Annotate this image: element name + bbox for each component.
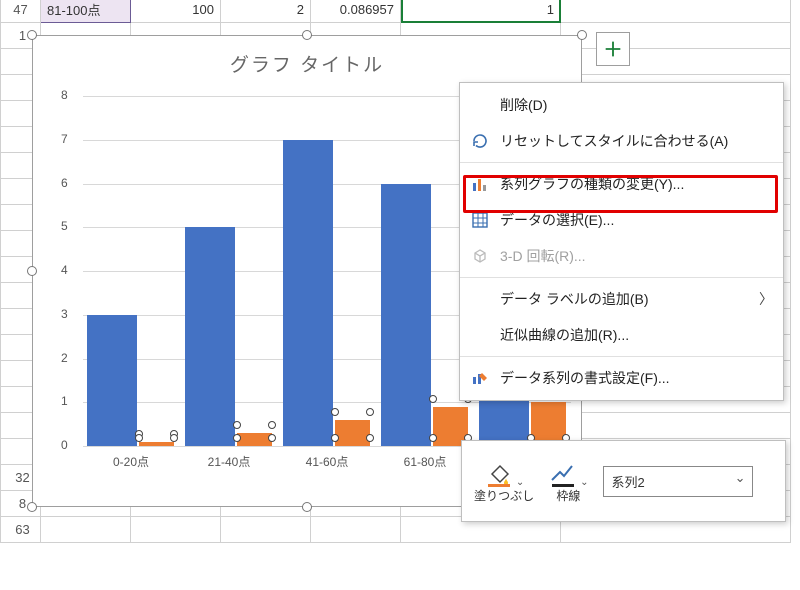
- x-axis-category-label: 21-40点: [189, 453, 269, 470]
- blank-icon: [470, 325, 490, 345]
- selection-handle[interactable]: [302, 30, 312, 40]
- data-point-handle[interactable]: [429, 395, 437, 403]
- data-point-handle[interactable]: [331, 434, 339, 442]
- cell-label[interactable]: 81-100点: [41, 0, 131, 23]
- y-axis-tick-label: 8: [61, 88, 68, 102]
- menu-label: データの選択(E)...: [500, 210, 769, 230]
- menu-separator: [460, 162, 783, 163]
- cell[interactable]: [561, 0, 791, 23]
- menu-select-data[interactable]: データの選択(E)...: [460, 202, 783, 238]
- x-axis-category-label: 0-20点: [91, 453, 171, 470]
- menu-change-chart-type[interactable]: 系列グラフの種類の変更(Y)...: [460, 166, 783, 202]
- y-axis-tick-label: 2: [61, 351, 68, 365]
- cell-selected[interactable]: 1: [401, 0, 561, 23]
- row-header[interactable]: 47: [1, 0, 41, 23]
- menu-add-data-labels[interactable]: データ ラベルの追加(B) 〉: [460, 281, 783, 317]
- select-data-icon: [470, 210, 490, 230]
- selection-handle[interactable]: [27, 502, 37, 512]
- x-axis-category-label: 41-60点: [287, 453, 367, 470]
- dropdown-value: 系列2: [612, 475, 645, 490]
- y-axis-tick-label: 5: [61, 219, 68, 233]
- data-point-handle[interactable]: [233, 434, 241, 442]
- y-axis-tick-label: 7: [61, 132, 68, 146]
- chevron-right-icon: 〉: [759, 289, 773, 309]
- format-icon: [470, 368, 490, 388]
- y-axis-tick-label: 1: [61, 394, 68, 408]
- menu-label: リセットしてスタイルに合わせる(A): [500, 131, 769, 151]
- selection-handle[interactable]: [577, 30, 587, 40]
- menu-separator: [460, 277, 783, 278]
- data-point-handle[interactable]: [366, 408, 374, 416]
- chart-elements-button[interactable]: [596, 32, 630, 66]
- menu-format-series[interactable]: データ系列の書式設定(F)...: [460, 360, 783, 396]
- selection-handle[interactable]: [27, 30, 37, 40]
- selection-handle[interactable]: [27, 266, 37, 276]
- cell[interactable]: 2: [221, 0, 311, 23]
- reset-icon: [470, 131, 490, 151]
- menu-label: データ ラベルの追加(B): [500, 289, 769, 309]
- data-point-handle[interactable]: [366, 434, 374, 442]
- cell[interactable]: 0.086957: [311, 0, 401, 23]
- menu-3d-rotation: 3-D 回転(R)...: [460, 238, 783, 274]
- tool-label: 塗りつぶし: [474, 490, 534, 503]
- bar-series2[interactable]: [237, 433, 272, 446]
- data-point-handle[interactable]: [429, 434, 437, 442]
- selection-handle[interactable]: [302, 502, 312, 512]
- chart-type-icon: [470, 174, 490, 194]
- chart-title[interactable]: グラフ タイトル: [33, 36, 581, 77]
- series-dropdown[interactable]: 系列2: [603, 466, 753, 497]
- data-point-handle[interactable]: [268, 421, 276, 429]
- cell[interactable]: 100: [131, 0, 221, 23]
- menu-label: 3-D 回転(R)...: [500, 246, 769, 266]
- context-menu: 削除(D) リセットしてスタイルに合わせる(A) 系列グラフの種類の変更(Y).…: [459, 82, 784, 401]
- fill-tool[interactable]: ⌄ 塗りつぶし: [474, 458, 534, 503]
- data-point-handle[interactable]: [135, 434, 143, 442]
- y-axis-tick-label: 0: [61, 438, 68, 452]
- menu-label: 近似曲線の追加(R)...: [500, 325, 769, 345]
- bar-series1[interactable]: [185, 227, 235, 446]
- row-header[interactable]: 63: [1, 517, 41, 543]
- bar-series2[interactable]: [139, 442, 174, 446]
- menu-add-trendline[interactable]: 近似曲線の追加(R)...: [460, 317, 783, 353]
- bar-series1[interactable]: [87, 315, 137, 446]
- data-point-handle[interactable]: [170, 434, 178, 442]
- menu-delete[interactable]: 削除(D): [460, 87, 783, 123]
- data-point-handle[interactable]: [331, 408, 339, 416]
- menu-separator: [460, 356, 783, 357]
- y-axis-tick-label: 4: [61, 263, 68, 277]
- bar-series1[interactable]: [283, 140, 333, 446]
- plus-icon: [602, 38, 624, 60]
- cube-icon: [470, 246, 490, 266]
- outline-icon: ⌄: [548, 458, 588, 488]
- x-axis-category-label: 61-80点: [385, 453, 465, 470]
- mini-toolbar: ⌄ 塗りつぶし ⌄ 枠線 系列2: [461, 440, 786, 522]
- blank-icon: [470, 289, 490, 309]
- menu-label: データ系列の書式設定(F)...: [500, 368, 769, 388]
- bar-series1[interactable]: [381, 184, 431, 447]
- fill-icon: ⌄: [484, 458, 524, 488]
- blank-icon: [470, 95, 490, 115]
- data-point-handle[interactable]: [268, 434, 276, 442]
- data-point-handle[interactable]: [233, 421, 241, 429]
- y-axis-tick-label: 6: [61, 176, 68, 190]
- tool-label: 枠線: [556, 490, 580, 503]
- outline-tool[interactable]: ⌄ 枠線: [548, 458, 588, 503]
- y-axis-tick-label: 3: [61, 307, 68, 321]
- menu-label: 削除(D): [500, 95, 769, 115]
- table-row: 47 81-100点 100 2 0.086957 1: [1, 0, 791, 23]
- menu-label: 系列グラフの種類の変更(Y)...: [500, 174, 769, 194]
- menu-reset-style[interactable]: リセットしてスタイルに合わせる(A): [460, 123, 783, 159]
- bar-series2[interactable]: [335, 420, 370, 446]
